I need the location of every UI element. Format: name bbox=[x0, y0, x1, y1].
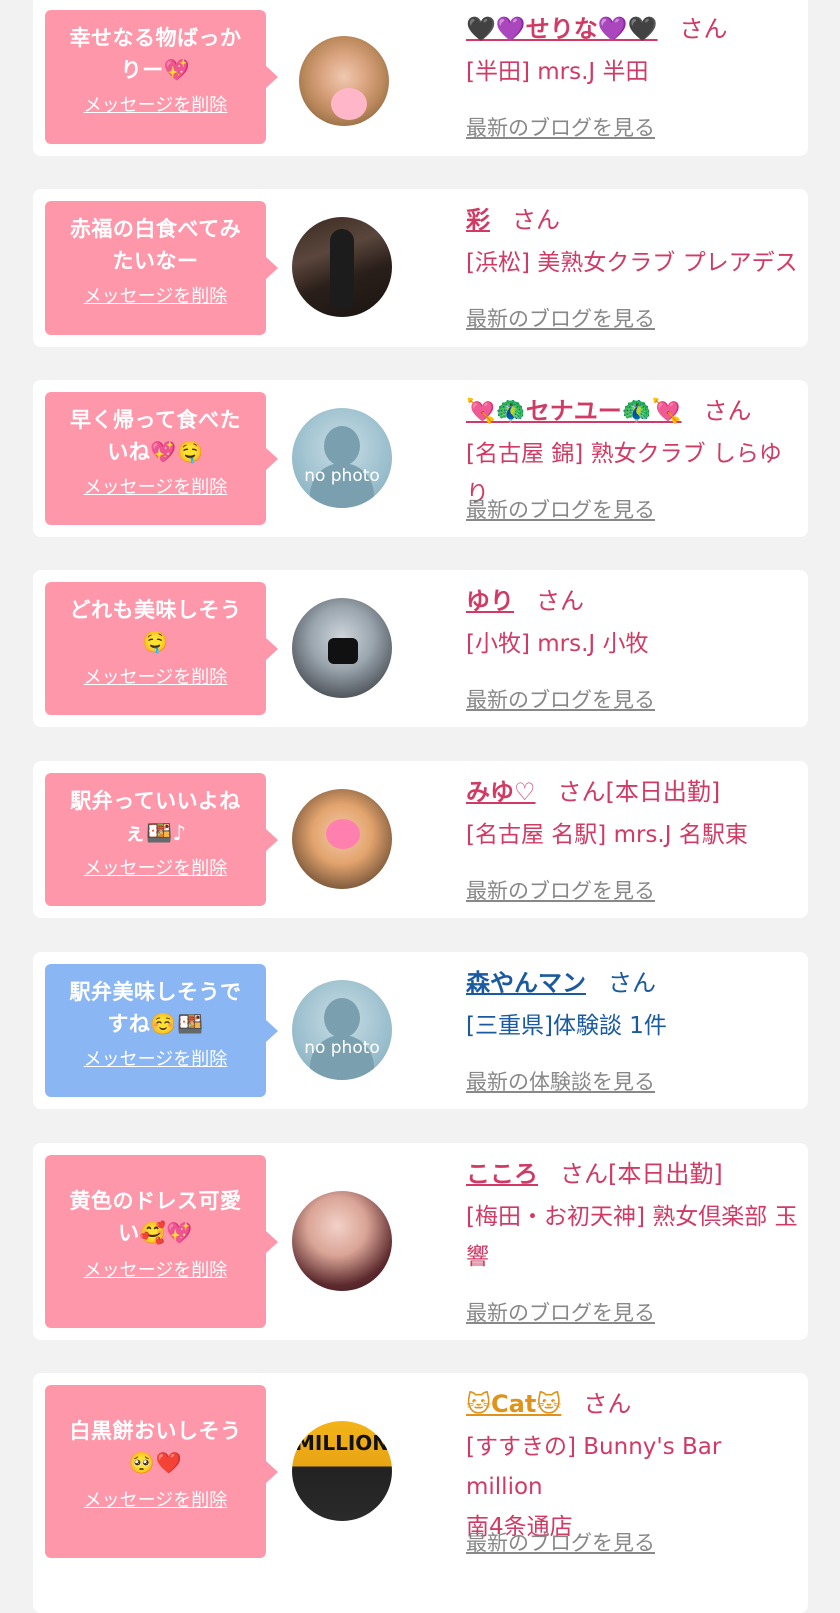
member-name-link[interactable]: ゆり bbox=[466, 587, 514, 615]
message-card: 白黒餅おいしそう 🥺❤️ メッセージを削除 MILLION 🐱Cat🐱 さん [すす… bbox=[33, 1373, 808, 1613]
san-label: さん bbox=[703, 397, 752, 425]
message-card: 赤福の白食べてみ たいなー メッセージを削除 彩さん [浜松] 美熟女クラブ プレ… bbox=[33, 189, 808, 347]
shop-name: [半田] mrs.J 半田 bbox=[466, 59, 649, 85]
member-info: 森やんマン さん [三重県]体験談 1件 最新の体験談を見る bbox=[466, 966, 798, 1094]
delete-message-link[interactable]: メッセージを削除 bbox=[55, 476, 256, 500]
shop-name: [小牧] mrs.J 小牧 bbox=[466, 631, 649, 657]
member-info: 💘🦚セナユー🦚💘 さん [名古屋 錦] 熟女クラブ しらゆり 最新のブログを見る bbox=[466, 394, 798, 522]
delete-message-link[interactable]: メッセージを削除 bbox=[55, 1489, 256, 1513]
message-text: 幸せなる物ばっか りー💖 bbox=[69, 26, 242, 82]
avatar[interactable] bbox=[292, 1191, 392, 1291]
no-photo-label: no photo bbox=[304, 466, 380, 486]
latest-blog-link[interactable]: 最新のブログを見る bbox=[466, 875, 655, 905]
avatar[interactable] bbox=[292, 217, 392, 317]
delete-message-link[interactable]: メッセージを削除 bbox=[55, 666, 256, 690]
member-info: みゆ♡ さん[本日出勤] [名古屋 名駅] mrs.J 名駅東 最新のブログを見る bbox=[466, 775, 798, 903]
san-label: さん bbox=[557, 778, 606, 806]
latest-blog-link[interactable]: 最新のブログを見る bbox=[466, 1297, 655, 1327]
message-text: 早く帰って食べた いね💖🤤 bbox=[70, 408, 241, 464]
avatar-no-photo[interactable]: no photo bbox=[292, 980, 392, 1080]
member-info: 🐱Cat🐱 さん [すすきの] Bunny's Bar million 南4条通店 … bbox=[466, 1387, 798, 1555]
latest-blog-link[interactable]: 最新のブログを見る bbox=[466, 303, 655, 333]
message-card: どれも美味しそう 🤤 メッセージを削除 ゆり さん [小牧] mrs.J 小牧 最新… bbox=[33, 570, 808, 727]
message-bubble: どれも美味しそう 🤤 メッセージを削除 bbox=[45, 582, 278, 715]
avatar[interactable] bbox=[299, 36, 389, 126]
message-bubble: 赤福の白食べてみ たいなー メッセージを削除 bbox=[45, 201, 278, 335]
message-card: 幸せなる物ばっか りー💖 メッセージを削除 🖤💜せりな💜🖤 さん [半田] mrs.… bbox=[33, 0, 808, 156]
message-card: 駅弁っていいよね ぇ🍱♪ メッセージを削除 みゆ♡ さん[本日出勤] [名古屋 名駅… bbox=[33, 761, 808, 918]
message-bubble: 早く帰って食べた いね💖🤤 メッセージを削除 bbox=[45, 392, 278, 525]
message-bubble: 駅弁美味しそうで すね☺️🍱 メッセージを削除 bbox=[45, 964, 278, 1097]
san-label: さん bbox=[679, 15, 728, 43]
member-name-link[interactable]: 彩 bbox=[466, 206, 490, 234]
member-info: 彩さん [浜松] 美熟女クラブ プレアデス 最新のブログを見る bbox=[466, 203, 798, 331]
avatar-figure bbox=[330, 229, 354, 309]
message-card: 駅弁美味しそうで すね☺️🍱 メッセージを削除 no photo 森やんマン さん … bbox=[33, 952, 808, 1109]
delete-message-link[interactable]: メッセージを削除 bbox=[55, 857, 256, 881]
san-label: さん bbox=[560, 1160, 608, 1188]
san-label: さん bbox=[536, 587, 584, 615]
message-bubble: 白黒餅おいしそう 🥺❤️ メッセージを削除 bbox=[45, 1385, 278, 1558]
message-text: 白黒餅おいしそう 🥺❤️ bbox=[69, 1419, 242, 1475]
member-name-link[interactable]: こころ bbox=[466, 1160, 538, 1188]
avatar[interactable] bbox=[292, 789, 392, 889]
avatar-face-sticker bbox=[331, 88, 367, 120]
shop-name: [浜松] 美熟女クラブ プレアデス bbox=[466, 250, 798, 276]
message-text: 駅弁っていいよね ぇ🍱♪ bbox=[70, 789, 241, 845]
message-bubble: 駅弁っていいよね ぇ🍱♪ メッセージを削除 bbox=[45, 773, 278, 906]
latest-blog-link[interactable]: 最新のブログを見る bbox=[466, 112, 655, 142]
avatar-face-sticker bbox=[326, 819, 360, 849]
san-label: さん bbox=[583, 1390, 632, 1418]
message-text: どれも美味しそう 🤤 bbox=[69, 598, 242, 654]
message-card: 黄色のドレス可愛 い🥰💖 メッセージを削除 こころ さん[本日出勤] [梅田・お初天… bbox=[33, 1143, 808, 1340]
delete-message-link[interactable]: メッセージを削除 bbox=[55, 1259, 256, 1283]
member-name-link[interactable]: 🖤💜せりな💜🖤 bbox=[466, 15, 658, 43]
message-card: 早く帰って食べた いね💖🤤 メッセージを削除 no photo 💘🦚セナユー🦚💘 さ… bbox=[33, 380, 808, 537]
avatar-figure bbox=[328, 638, 358, 664]
delete-message-link[interactable]: メッセージを削除 bbox=[55, 1048, 256, 1072]
message-bubble: 黄色のドレス可愛 い🥰💖 メッセージを削除 bbox=[45, 1155, 278, 1328]
member-name-link[interactable]: 🐱Cat🐱 bbox=[466, 1390, 561, 1418]
member-info: 🖤💜せりな💜🖤 さん [半田] mrs.J 半田 最新のブログを見る bbox=[466, 12, 798, 140]
latest-blog-link[interactable]: 最新のブログを見る bbox=[466, 684, 655, 714]
latest-blog-link[interactable]: 最新のブログを見る bbox=[466, 1527, 655, 1557]
avatar[interactable] bbox=[292, 598, 392, 698]
message-text: 駅弁美味しそうで すね☺️🍱 bbox=[69, 980, 242, 1036]
shop-name: [梅田・お初天神] 熟女倶楽部 玉響 bbox=[466, 1204, 798, 1270]
avatar[interactable]: MILLION bbox=[292, 1421, 392, 1521]
avatar-magazine-title: MILLION bbox=[294, 1431, 389, 1455]
on-duty-badge: [本日出勤] bbox=[608, 1160, 723, 1188]
member-info: ゆり さん [小牧] mrs.J 小牧 最新のブログを見る bbox=[466, 584, 798, 712]
latest-review-link[interactable]: 最新の体験談を見る bbox=[466, 1066, 655, 1096]
san-label: さん bbox=[608, 969, 656, 997]
no-photo-label: no photo bbox=[304, 1038, 380, 1058]
member-name-link[interactable]: 森やんマン bbox=[466, 969, 586, 997]
san-label: さん bbox=[512, 206, 560, 234]
review-count: [三重県]体験談 1件 bbox=[466, 1013, 667, 1039]
member-name-link[interactable]: 💘🦚セナユー🦚💘 bbox=[466, 397, 682, 425]
shop-name: [名古屋 名駅] mrs.J 名駅東 bbox=[466, 822, 748, 848]
message-text: 赤福の白食べてみ たいなー bbox=[69, 217, 242, 273]
delete-message-link[interactable]: メッセージを削除 bbox=[55, 285, 256, 309]
avatar-no-photo[interactable]: no photo bbox=[292, 408, 392, 508]
delete-message-link[interactable]: メッセージを削除 bbox=[55, 94, 256, 118]
latest-blog-link[interactable]: 最新のブログを見る bbox=[466, 494, 655, 524]
message-bubble: 幸せなる物ばっか りー💖 メッセージを削除 bbox=[45, 10, 278, 144]
on-duty-badge: [本日出勤] bbox=[605, 778, 721, 806]
member-name-link[interactable]: みゆ♡ bbox=[466, 778, 536, 806]
message-text: 黄色のドレス可愛 い🥰💖 bbox=[69, 1189, 242, 1245]
member-info: こころ さん[本日出勤] [梅田・お初天神] 熟女倶楽部 玉響 最新のブログを見る bbox=[466, 1157, 798, 1325]
